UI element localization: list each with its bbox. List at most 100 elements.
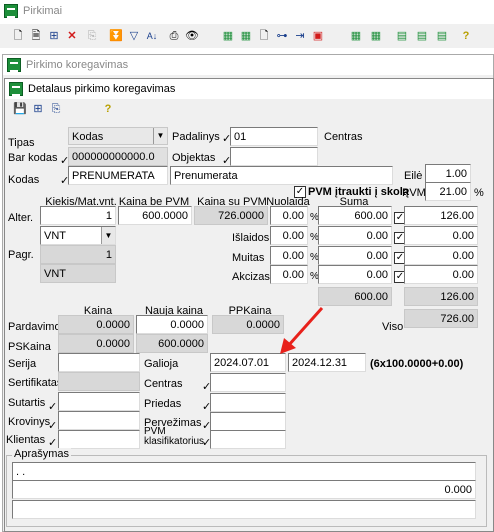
print-icon[interactable]: ⎙ bbox=[166, 28, 182, 44]
copy-icon[interactable]: ⎘ bbox=[84, 28, 100, 44]
viso-label: Viso bbox=[382, 321, 404, 333]
islaidos-label: Išlaidos bbox=[232, 232, 270, 244]
eile-input[interactable]: 1.00 bbox=[425, 164, 471, 183]
muitas-pvm-input[interactable]: 0.00 bbox=[404, 246, 478, 265]
page-icon[interactable]: 🗋 bbox=[256, 28, 272, 44]
tree-icon[interactable]: ⊞ bbox=[30, 101, 46, 117]
app-icon bbox=[7, 58, 21, 72]
aprasymas-amount-input[interactable]: 0.000 bbox=[12, 480, 476, 499]
pardavimo-label: Pardavimo bbox=[8, 321, 61, 333]
padalinys-label: Padalinys bbox=[172, 131, 220, 143]
sertifikatas-field bbox=[58, 372, 140, 391]
klientas-input[interactable] bbox=[58, 430, 140, 449]
kaina-su-pvm-field: 726.0000 bbox=[194, 206, 268, 225]
suma-input[interactable]: 600.00 bbox=[318, 206, 392, 225]
app-icon bbox=[9, 82, 23, 96]
help-icon[interactable]: ? bbox=[458, 28, 474, 44]
list-down-icon[interactable]: ▤ bbox=[414, 28, 430, 44]
klientas-label: Klientas bbox=[6, 434, 46, 446]
objektas-label: Objektas bbox=[172, 152, 216, 164]
mid-window-title: Pirkimo koregavimas bbox=[26, 59, 129, 71]
objektas-input[interactable] bbox=[230, 147, 318, 166]
pskaina-kaina-field: 0.0000 bbox=[58, 334, 134, 353]
tipas-value: Kodas bbox=[72, 131, 104, 143]
save-icon[interactable]: 💾 bbox=[12, 101, 28, 117]
padalinys-name: Centras bbox=[324, 131, 363, 143]
pvm-suma-input[interactable]: 126.00 bbox=[404, 206, 478, 225]
akcizas-pvm-input[interactable]: 0.00 bbox=[404, 265, 478, 284]
sertifikatas-label: Sertifikatas bbox=[8, 377, 63, 389]
outer-titlebar: Pirkimai bbox=[0, 0, 494, 22]
islaidos-pct-input[interactable]: 0.00 bbox=[270, 226, 308, 245]
alter-label: Alter. bbox=[8, 212, 34, 224]
nuolaida-input[interactable]: 0.00 bbox=[270, 206, 308, 225]
outer-window-title: Pirkimai bbox=[23, 5, 63, 17]
islaidos-suma-input[interactable]: 0.00 bbox=[318, 226, 392, 245]
copy-icon[interactable]: ⎘ bbox=[48, 101, 64, 117]
chevron-down-icon: ▼ bbox=[153, 128, 167, 144]
serija-input[interactable] bbox=[58, 353, 140, 372]
delete-icon[interactable]: ✕ bbox=[64, 28, 80, 44]
eile-label: Eilė bbox=[404, 170, 423, 182]
calc-red-icon[interactable]: ▦ bbox=[220, 28, 236, 44]
centras-input[interactable] bbox=[210, 373, 286, 392]
calc-icon[interactable]: ▦ bbox=[348, 28, 364, 44]
doc-icon[interactable]: 🗎 bbox=[28, 28, 44, 44]
kodas-input[interactable]: PRENUMERATA bbox=[68, 166, 168, 185]
tipas-select[interactable]: Kodas ▼ bbox=[68, 127, 168, 145]
dialog-titlebar: Detalaus pirkimo koregavimas bbox=[5, 79, 493, 99]
akcizas-pct-input[interactable]: 0.00 bbox=[270, 265, 308, 284]
kodas-name-field: Prenumerata bbox=[170, 166, 393, 185]
list-icon[interactable]: ▤ bbox=[394, 28, 410, 44]
mid-titlebar: Pirkimo koregavimas bbox=[3, 55, 493, 75]
pvm-unit: % bbox=[474, 187, 484, 199]
chevron-down-icon: ▼ bbox=[101, 227, 115, 244]
padalinys-input[interactable]: 01 bbox=[230, 127, 318, 146]
aprasymas-line2-input[interactable] bbox=[12, 500, 476, 519]
sort-az-icon[interactable]: A↓ bbox=[144, 28, 160, 44]
unit-select-value: VNT bbox=[44, 230, 66, 242]
export-icon[interactable]: ⇥ bbox=[292, 28, 308, 44]
calc-green-icon[interactable]: ▦ bbox=[238, 28, 254, 44]
pagr-kiekis-field: 1 bbox=[40, 245, 116, 264]
pagr-unit-field: VNT bbox=[40, 264, 116, 283]
pvm-input[interactable]: 21.00 bbox=[425, 182, 471, 201]
app-icon bbox=[4, 4, 18, 18]
akcizas-label: Akcizas bbox=[232, 271, 270, 283]
krovinys-input[interactable] bbox=[58, 411, 140, 430]
find-icon[interactable]: 👁 bbox=[184, 28, 200, 44]
aprasymas-line1-input[interactable]: . . bbox=[12, 462, 476, 481]
pardavimo-nauja-input[interactable]: 0.0000 bbox=[136, 315, 208, 334]
barkodas-field: 000000000000.0 bbox=[68, 147, 168, 166]
pvm-klasifikatorius-input[interactable] bbox=[210, 430, 286, 449]
kaina-be-pvm-input[interactable]: 600.0000 bbox=[118, 206, 192, 225]
structure-icon[interactable]: ⊶ bbox=[274, 28, 290, 44]
unit-select[interactable]: VNT ▼ bbox=[40, 226, 116, 245]
bag-icon[interactable]: ▣ bbox=[310, 28, 326, 44]
outer-toolbar: 🗋 🗎 ⊞ ✕ ⎘ ⏬ ▽ A↓ ⎙ 👁 ▦ ▦ 🗋 ⊶ ⇥ ▣ ▦ ▦ ▤ ▤… bbox=[0, 24, 494, 48]
filter-stack-icon[interactable]: ⏬ bbox=[108, 28, 124, 44]
list-up-icon[interactable]: ▤ bbox=[434, 28, 450, 44]
red-arrow-annotation bbox=[280, 306, 324, 354]
kodas-label: Kodas bbox=[8, 174, 40, 186]
priedas-label: Priedas bbox=[144, 398, 182, 410]
new-doc-icon[interactable]: 🗋 bbox=[10, 28, 26, 44]
serija-label: Serija bbox=[8, 358, 37, 370]
sutartis-input[interactable] bbox=[58, 392, 140, 411]
tree-icon[interactable]: ⊞ bbox=[46, 28, 62, 44]
sutartis-label: Sutartis bbox=[8, 397, 46, 409]
akcizas-suma-input[interactable]: 0.00 bbox=[318, 265, 392, 284]
pskaina-nauja-field: 600.0000 bbox=[136, 334, 208, 353]
calc-alt-icon[interactable]: ▦ bbox=[368, 28, 384, 44]
tipas-label: Tipas bbox=[8, 137, 35, 149]
kiekis-input[interactable]: 1 bbox=[40, 206, 116, 225]
priedas-input[interactable] bbox=[210, 393, 286, 412]
pervezimas-input[interactable] bbox=[210, 412, 286, 431]
muitas-suma-input[interactable]: 0.00 bbox=[318, 246, 392, 265]
islaidos-pvm-input[interactable]: 0.00 bbox=[404, 226, 478, 245]
help-icon[interactable]: ? bbox=[100, 101, 116, 117]
muitas-pct-input[interactable]: 0.00 bbox=[270, 246, 308, 265]
checkmark-icon: ✓ bbox=[48, 420, 58, 432]
krovinys-label: Krovinys bbox=[8, 416, 51, 428]
filter-icon[interactable]: ▽ bbox=[126, 28, 142, 44]
